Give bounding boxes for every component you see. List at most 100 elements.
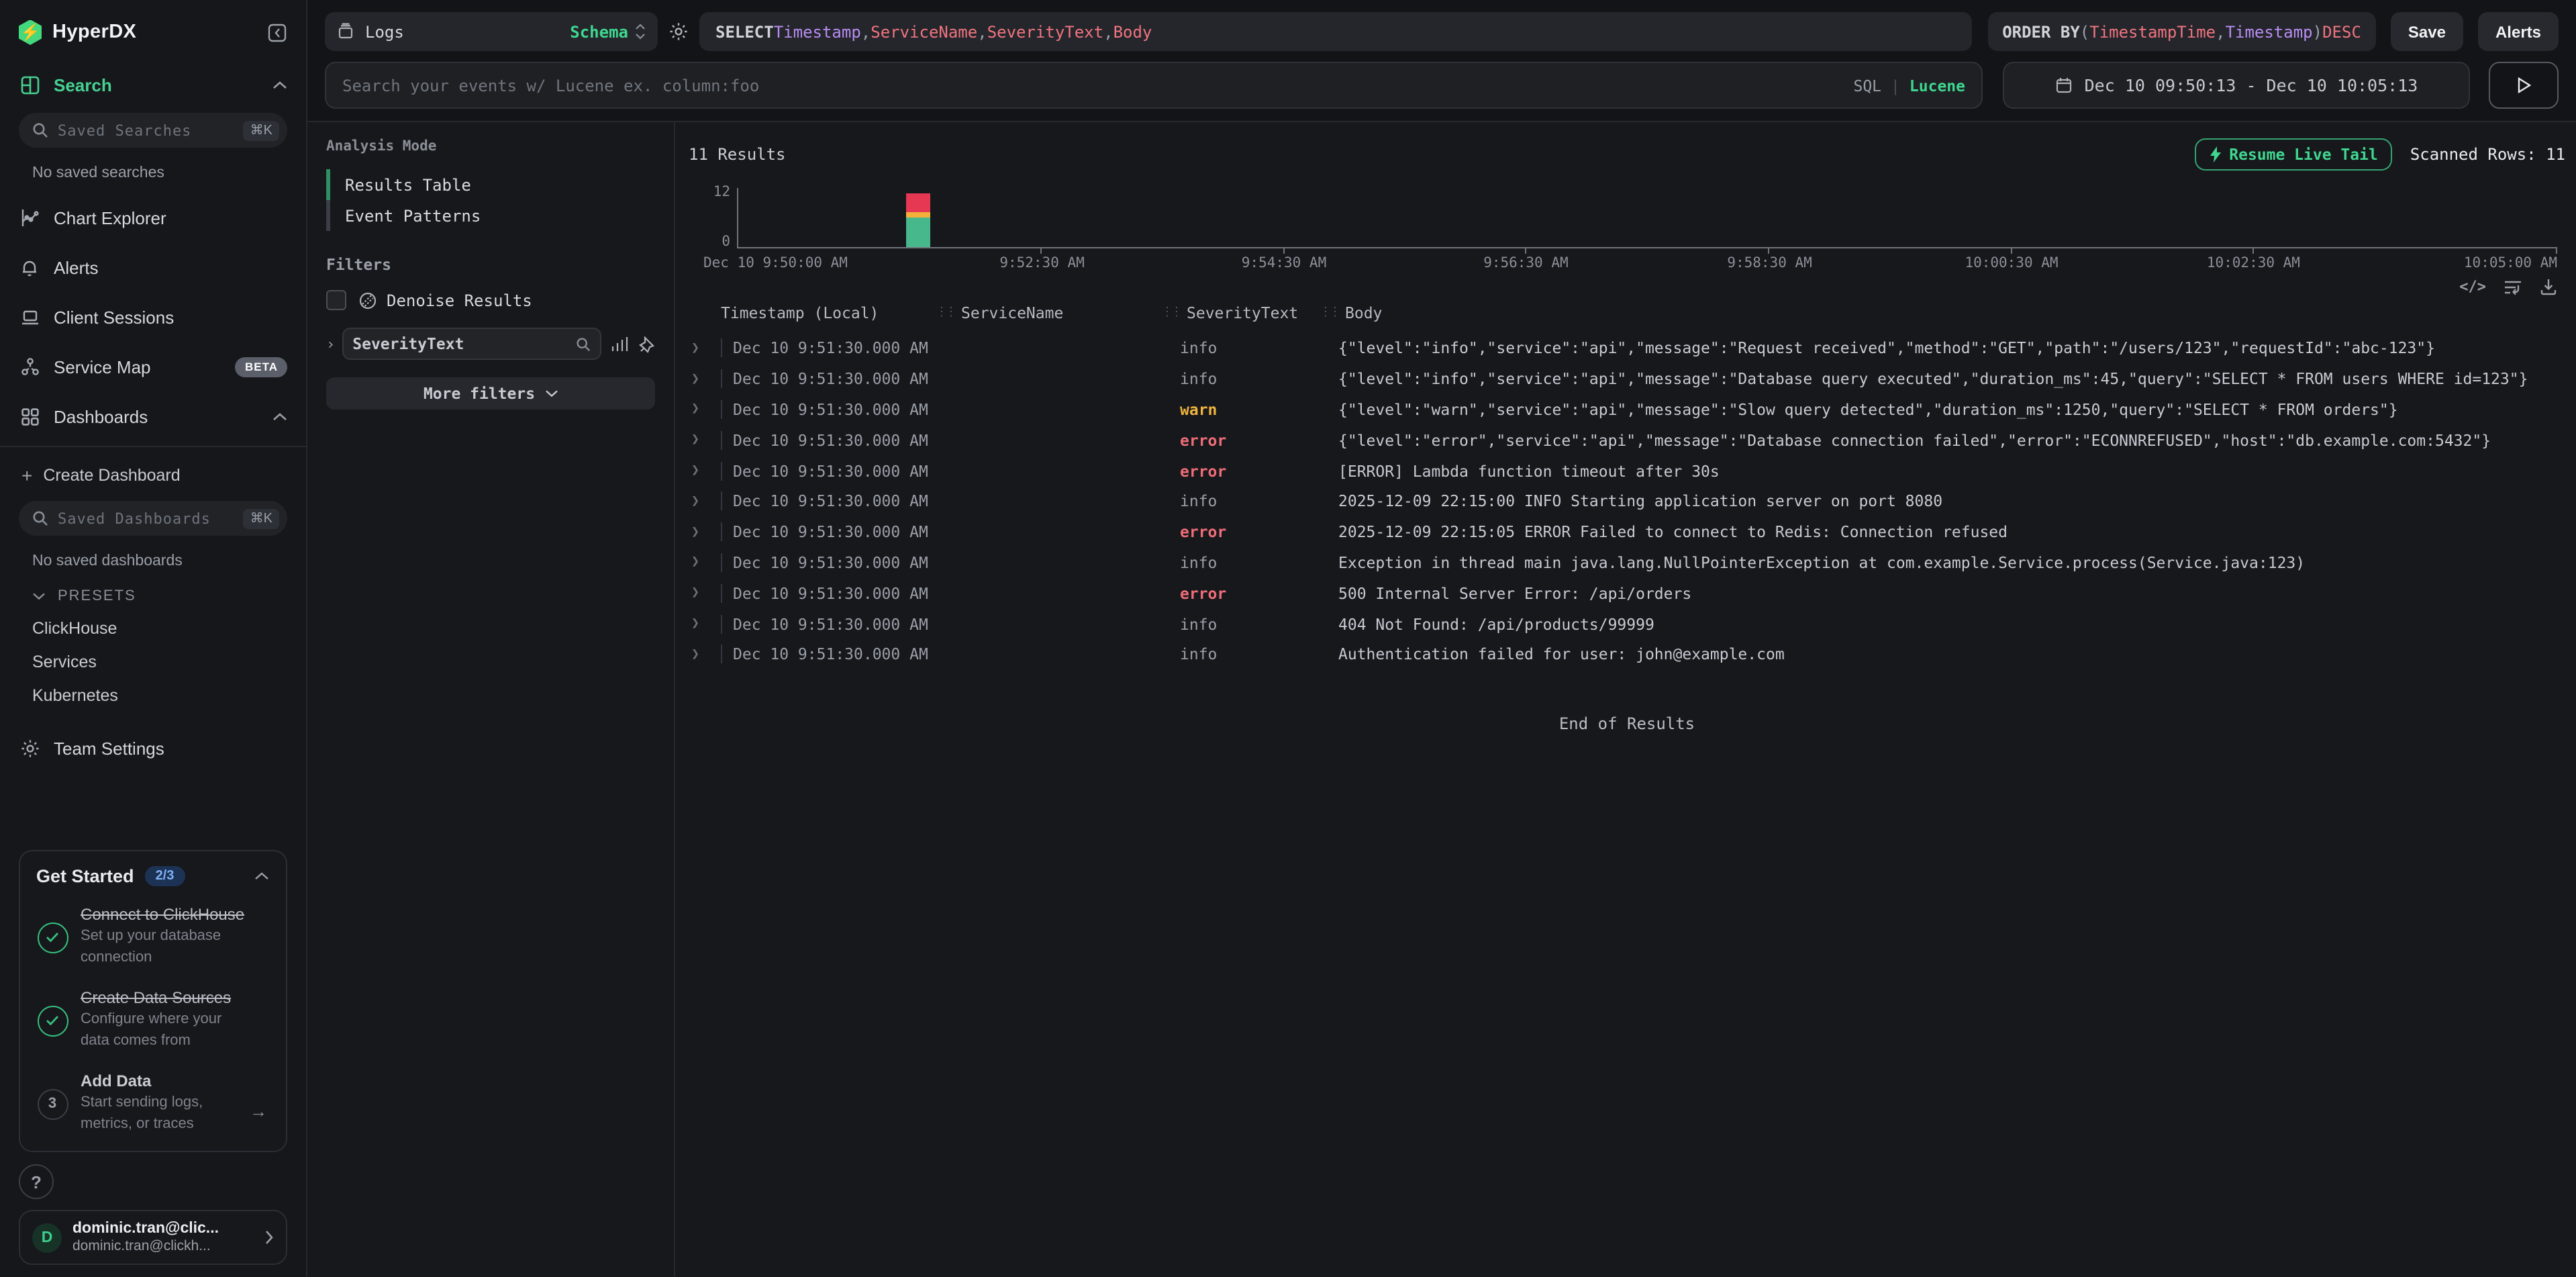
drag-handle-icon[interactable]: ⋮⋮ <box>1161 306 1180 320</box>
run-query-button[interactable] <box>2489 62 2559 109</box>
histogram-plot[interactable]: 012Dec 10 9:50:00 AM9:52:30 AM9:54:30 AM… <box>737 188 2557 248</box>
expand-row-icon[interactable]: ❯ <box>689 371 721 386</box>
expand-row-icon[interactable]: ❯ <box>689 586 721 601</box>
wrap-lines-icon[interactable] <box>2504 279 2522 295</box>
analysis-mode-label: Analysis Mode <box>326 138 655 154</box>
help-button[interactable]: ? <box>19 1164 54 1199</box>
table-row[interactable]: ❯ Dec 10 9:51:30.000 AM info {"level":"i… <box>689 333 2565 364</box>
table-row[interactable]: ❯ Dec 10 9:51:30.000 AM warn {"level":"w… <box>689 394 2565 425</box>
pin-icon[interactable] <box>639 335 655 352</box>
table-row[interactable]: ❯ Dec 10 9:51:30.000 AM error [ERROR] La… <box>689 455 2565 486</box>
mode-results-table[interactable]: Results Table <box>326 169 655 200</box>
expand-caret-icon[interactable]: › <box>326 335 335 352</box>
search-icon <box>32 510 48 526</box>
user-profile-card[interactable]: D dominic.tran@clic... dominic.tran@clic… <box>19 1210 287 1265</box>
bell-icon <box>19 256 40 278</box>
source-selector[interactable]: Logs Schema <box>325 12 658 51</box>
denoise-checkbox[interactable] <box>326 290 346 310</box>
date-range-picker[interactable]: Dec 10 09:50:13 - Dec 10 10:05:13 <box>2003 62 2470 109</box>
drag-handle-icon[interactable]: ⋮⋮ <box>936 306 954 320</box>
event-search-input[interactable]: Search your events w/ Lucene ex. column:… <box>325 62 1983 109</box>
no-saved-dashboards-text: No saved dashboards <box>32 553 287 569</box>
dashboards-icon <box>19 406 40 427</box>
chevron-up-icon[interactable] <box>273 80 287 89</box>
drag-handle-icon[interactable]: ⋮⋮ <box>1320 306 1338 320</box>
sidebar-item-dashboards[interactable]: Dashboards <box>19 403 287 430</box>
gear-icon[interactable] <box>668 21 689 42</box>
preset-services[interactable]: Services <box>32 653 287 671</box>
sidebar-item-label: Client Sessions <box>54 307 174 327</box>
download-icon[interactable] <box>2540 278 2557 295</box>
expand-row-icon[interactable]: ❯ <box>689 463 721 478</box>
presets-label: PRESETS <box>58 588 136 604</box>
save-button[interactable]: Save <box>2391 12 2463 51</box>
saved-dashboards-input[interactable]: Saved Dashboards ⌘K <box>19 501 287 536</box>
severity-filter-input[interactable]: SeverityText <box>342 328 601 360</box>
sidebar-item-team-settings[interactable]: Team Settings <box>19 735 287 761</box>
sidebar-item-label: Chart Explorer <box>54 207 166 228</box>
more-filters-button[interactable]: More filters <box>326 377 655 410</box>
get-started-item-connect[interactable]: Connect to ClickHouse Set up your databa… <box>36 906 270 970</box>
preset-clickhouse[interactable]: ClickHouse <box>32 619 287 638</box>
expand-row-icon[interactable]: ❯ <box>689 494 721 509</box>
sidebar-item-label: Alerts <box>54 257 98 277</box>
bar-segment-error <box>905 193 930 212</box>
table-row[interactable]: ❯ Dec 10 9:51:30.000 AM info Exception i… <box>689 547 2565 578</box>
table-row[interactable]: ❯ Dec 10 9:51:30.000 AM error 2025-12-09… <box>689 517 2565 548</box>
resume-live-tail-label: Resume Live Tail <box>2229 145 2378 164</box>
sidebar-item-alerts[interactable]: Alerts <box>19 254 287 281</box>
column-header-body[interactable]: ⋮⋮Body <box>1320 303 2565 322</box>
presets-toggle[interactable]: PRESETS <box>32 588 287 604</box>
expand-row-icon[interactable]: ❯ <box>689 341 721 356</box>
schema-link[interactable]: Schema <box>570 22 628 41</box>
sidebar-item-search[interactable]: Search <box>19 71 287 98</box>
expand-row-icon[interactable]: ❯ <box>689 402 721 417</box>
plus-icon: + <box>21 465 32 486</box>
get-started-item-datasources[interactable]: Create Data Sources Configure where your… <box>36 989 270 1053</box>
expand-row-icon[interactable]: ❯ <box>689 647 721 662</box>
saved-searches-input[interactable]: Saved Searches ⌘K <box>19 113 287 148</box>
lang-toggle-sql[interactable]: SQL <box>1853 76 1881 95</box>
column-header-severitytext[interactable]: ⋮⋮SeverityText <box>1161 303 1320 322</box>
chevron-up-icon[interactable] <box>273 412 287 421</box>
select-query-input[interactable]: SELECT Timestamp,ServiceName,SeverityTex… <box>699 12 1971 51</box>
column-header-servicename[interactable]: ⋮⋮ServiceName <box>936 303 1161 322</box>
table-header: Timestamp (Local) ⋮⋮ServiceName ⋮⋮Severi… <box>689 301 2565 325</box>
create-dashboard-button[interactable]: + Create Dashboard <box>19 465 287 486</box>
expand-row-icon[interactable]: ❯ <box>689 524 721 539</box>
alerts-button[interactable]: Alerts <box>2478 12 2559 51</box>
filter-field-name: SeverityText <box>352 334 576 353</box>
get-started-item-title: Create Data Sources <box>81 989 242 1008</box>
column-header-timestamp[interactable]: Timestamp (Local) <box>721 303 936 322</box>
sidebar: ⚡ HyperDX Search Saved Searches ⌘K No sa… <box>0 0 307 1277</box>
sidebar-item-chart-explorer[interactable]: Chart Explorer <box>19 204 287 231</box>
table-row[interactable]: ❯ Dec 10 9:51:30.000 AM error {"level":"… <box>689 425 2565 456</box>
code-view-icon[interactable]: </> <box>2459 278 2486 295</box>
create-dashboard-label: Create Dashboard <box>43 466 180 485</box>
lightning-icon <box>2209 146 2221 162</box>
table-row[interactable]: ❯ Dec 10 9:51:30.000 AM info 404 Not Fou… <box>689 608 2565 639</box>
table-row[interactable]: ❯ Dec 10 9:51:30.000 AM info {"level":"i… <box>689 364 2565 395</box>
collapse-sidebar-icon[interactable] <box>267 22 287 42</box>
chevron-up-icon[interactable] <box>254 872 270 882</box>
bar-chart-icon[interactable] <box>611 336 628 352</box>
sidebar-item-client-sessions[interactable]: Client Sessions <box>19 303 287 330</box>
table-row[interactable]: ❯ Dec 10 9:51:30.000 AM error 500 Intern… <box>689 578 2565 609</box>
denoise-icon <box>358 291 377 310</box>
table-row[interactable]: ❯ Dec 10 9:51:30.000 AM info 2025-12-09 … <box>689 486 2565 517</box>
beta-badge: BETA <box>236 357 287 377</box>
get-started-item-add-data[interactable]: 3 Add Data Start sending logs, metrics, … <box>36 1072 270 1136</box>
table-row[interactable]: ❯ Dec 10 9:51:30.000 AM info Authenticat… <box>689 639 2565 670</box>
preset-kubernetes[interactable]: Kubernetes <box>32 686 287 705</box>
lang-toggle-lucene[interactable]: Lucene <box>1910 76 1965 95</box>
mode-label: Results Table <box>345 175 471 194</box>
sidebar-item-service-map[interactable]: Service Map BETA <box>19 353 287 380</box>
expand-row-icon[interactable]: ❯ <box>689 433 721 448</box>
expand-row-icon[interactable]: ❯ <box>689 555 721 570</box>
get-started-title: Get Started <box>36 867 134 887</box>
resume-live-tail-button[interactable]: Resume Live Tail <box>2194 138 2393 171</box>
mode-event-patterns[interactable]: Event Patterns <box>326 200 655 231</box>
order-by-input[interactable]: ORDER BY (TimestampTime, Timestamp) DESC <box>1987 12 2376 51</box>
expand-row-icon[interactable]: ❯ <box>689 616 721 631</box>
brand-name: HyperDX <box>52 21 136 43</box>
